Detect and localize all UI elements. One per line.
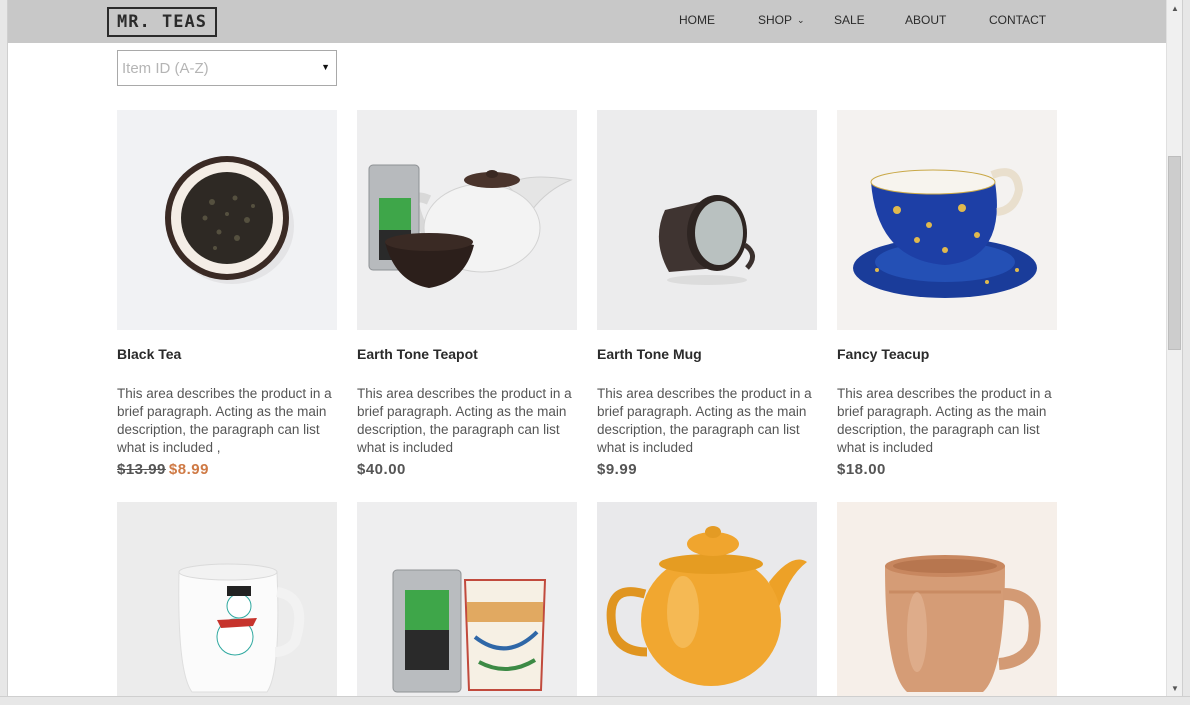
- product-price: $9.99: [597, 461, 638, 478]
- product-image-tea-and-mug[interactable]: [357, 502, 577, 696]
- product-title[interactable]: Earth Tone Teapot: [357, 346, 478, 362]
- product-image-tan-mug[interactable]: [837, 502, 1057, 696]
- window-frame-bottom: [0, 696, 1190, 705]
- product-image-orange-teapot[interactable]: [597, 502, 817, 696]
- nav-about[interactable]: ABOUT: [905, 13, 946, 27]
- product-image-fancy-teacup[interactable]: [837, 110, 1057, 330]
- product-title[interactable]: Black Tea: [117, 346, 181, 362]
- product-price: $13.99 $8.99: [117, 461, 209, 478]
- product-image-earth-tone-teapot[interactable]: [357, 110, 577, 330]
- nav-home[interactable]: HOME: [679, 13, 715, 27]
- product-image-snowman-mug[interactable]: [117, 502, 337, 696]
- sort-select-value: Item ID (A-Z): [122, 59, 209, 77]
- product-title[interactable]: Fancy Teacup: [837, 346, 929, 362]
- nav-shop-label: SHOP: [758, 13, 793, 27]
- product-price: $18.00: [837, 461, 886, 478]
- vertical-scrollbar[interactable]: ▲ ▼: [1166, 0, 1182, 696]
- product-description: This area describes the product in a bri…: [837, 386, 1052, 455]
- nav-shop[interactable]: SHOP ⌄: [758, 13, 805, 27]
- site-header: MR. TEAS HOME SHOP ⌄ SALE ABOUT CONTACT: [8, 0, 1166, 43]
- site-logo[interactable]: MR. TEAS: [107, 7, 217, 37]
- old-price: $13.99: [117, 461, 166, 478]
- product-description: This area describes the product in a bri…: [117, 386, 332, 455]
- window-frame-right: [1182, 0, 1190, 705]
- dropdown-arrow-icon: ▼: [321, 62, 330, 72]
- product-image-earth-tone-mug[interactable]: [597, 110, 817, 330]
- product-description: This area describes the product in a bri…: [597, 386, 812, 455]
- chevron-down-icon: ⌄: [797, 15, 805, 25]
- window-frame-left: [0, 0, 8, 705]
- scroll-thumb[interactable]: [1168, 156, 1181, 350]
- sale-price: $8.99: [168, 461, 209, 478]
- product-image-black-tea[interactable]: [117, 110, 337, 330]
- product-description: This area describes the product in a bri…: [357, 386, 572, 455]
- nav-contact[interactable]: CONTACT: [989, 13, 1046, 27]
- scroll-up-icon[interactable]: ▲: [1167, 0, 1183, 16]
- scroll-down-icon[interactable]: ▼: [1167, 680, 1183, 696]
- nav-sale[interactable]: SALE: [834, 13, 865, 27]
- product-title[interactable]: Earth Tone Mug: [597, 346, 702, 362]
- sort-select[interactable]: Item ID (A-Z) ▼: [117, 50, 337, 86]
- product-price: $40.00: [357, 461, 406, 478]
